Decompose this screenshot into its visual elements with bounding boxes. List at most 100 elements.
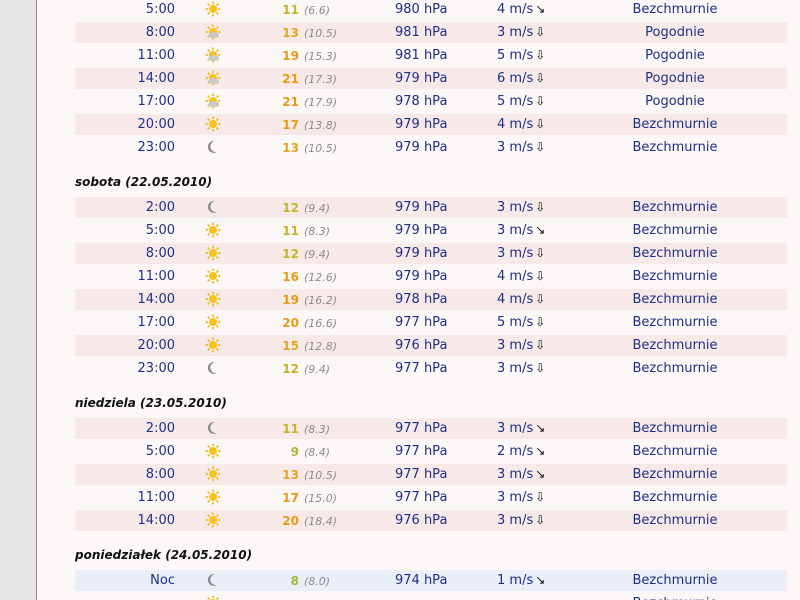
forecast-wind: 1 m/s ↘ bbox=[497, 573, 567, 588]
forecast-row: 14:00 20 (18.4) 976 hPa 3 m/s ⇩ Bezchmurnie bbox=[75, 510, 787, 531]
wind-speed: 2 m/s bbox=[497, 444, 534, 459]
forecast-feels-like: (10.5) bbox=[304, 469, 338, 482]
forecast-description: Bezchmurnie bbox=[632, 513, 718, 528]
sun-icon bbox=[205, 268, 221, 284]
wind-speed: 3 m/s bbox=[497, 223, 534, 238]
forecast-time: 5:00 bbox=[145, 444, 175, 459]
forecast-feels-like: (12.6) bbox=[304, 271, 338, 284]
forecast-description: Bezchmurnie bbox=[605, 596, 745, 600]
day-heading: niedziela (23.05.2010) bbox=[75, 396, 227, 410]
forecast-pressure: 979 hPa bbox=[395, 246, 448, 261]
sun-icon bbox=[205, 337, 221, 353]
forecast-temperature: 11 bbox=[282, 224, 299, 238]
forecast-description: Bezchmurnie bbox=[632, 140, 718, 155]
sun-cloud-icon bbox=[205, 70, 221, 86]
wind-speed: 3 m/s bbox=[497, 246, 534, 261]
forecast-description: Bezchmurnie bbox=[632, 338, 718, 353]
day-heading: sobota (22.05.2010) bbox=[75, 175, 213, 189]
forecast-temperature: 13 bbox=[282, 26, 299, 40]
forecast-wind: 3 m/s ⇩ bbox=[497, 338, 567, 353]
forecast-time: 14:00 bbox=[137, 292, 175, 307]
forecast-row: 2:00 12 (9.4) 979 hPa 3 m/s ⇩ Bezchmurnie bbox=[75, 197, 787, 218]
forecast-time: 5:00 bbox=[145, 223, 175, 238]
wind-speed: 3 m/s bbox=[497, 513, 534, 528]
moon-icon bbox=[205, 572, 221, 588]
forecast-time: 2:00 bbox=[145, 200, 175, 215]
forecast-temperature: 11 bbox=[282, 3, 299, 17]
forecast-pressure: 977 hPa bbox=[395, 361, 448, 376]
forecast-pressure: 977 hPa bbox=[395, 444, 448, 459]
forecast-pressure: 979 hPa bbox=[395, 71, 448, 86]
forecast-pressure: 977 hPa bbox=[395, 490, 448, 505]
wind-direction-icon: ⇩ bbox=[535, 315, 546, 329]
forecast-row: 8:00 13 (10.5) 981 hPa 3 m/s ⇩ Pogodnie bbox=[75, 22, 787, 43]
wind-speed: 5 m/s bbox=[497, 315, 534, 330]
forecast-temperature: 11 bbox=[282, 422, 299, 436]
forecast-row: 20:00 15 (12.8) 976 hPa 3 m/s ⇩ Bezchmurnie bbox=[75, 335, 787, 356]
forecast-time: 14:00 bbox=[137, 513, 175, 528]
wind-direction-icon: ⇩ bbox=[535, 117, 546, 131]
forecast-wind: 3 m/s ⇩ bbox=[497, 246, 567, 261]
forecast-wind: 3 m/s ⇩ bbox=[497, 200, 567, 215]
wind-direction-icon: ↘ bbox=[535, 421, 546, 435]
forecast-pressure: 977 hPa bbox=[395, 315, 448, 330]
forecast-feels-like: (10.5) bbox=[304, 142, 338, 155]
forecast-feels-like: (16.6) bbox=[304, 317, 338, 330]
moon-icon bbox=[205, 139, 221, 155]
sun-cloud-icon bbox=[205, 93, 221, 109]
sun-icon bbox=[205, 116, 221, 132]
forecast-feels-like: (16.2) bbox=[304, 294, 338, 307]
forecast-pressure: 974 hPa bbox=[395, 573, 448, 588]
forecast-description: Bezchmurnie bbox=[632, 315, 718, 330]
forecast-time: Noc bbox=[150, 573, 175, 588]
wind-speed: 3 m/s bbox=[497, 200, 534, 215]
forecast-wind: 5 m/s ⇩ bbox=[497, 94, 567, 109]
wind-speed: 3 m/s bbox=[497, 140, 534, 155]
wind-speed: 3 m/s bbox=[497, 338, 534, 353]
forecast-time: 17:00 bbox=[137, 94, 175, 109]
forecast-temperature: 12 bbox=[282, 362, 299, 376]
wind-direction-icon: ⇩ bbox=[535, 513, 546, 527]
sun-icon bbox=[205, 595, 221, 600]
forecast-feels-like: (8.3) bbox=[304, 225, 331, 238]
wind-speed: 4 m/s bbox=[497, 2, 534, 17]
wind-speed: 5 m/s bbox=[497, 94, 534, 109]
forecast-temperature: 21 bbox=[282, 72, 299, 86]
forecast-time: 2:00 bbox=[145, 421, 175, 436]
forecast-time: 11:00 bbox=[137, 48, 175, 63]
forecast-pressure: 976 hPa bbox=[395, 338, 448, 353]
sun-icon bbox=[205, 245, 221, 261]
sun-cloud-icon bbox=[205, 24, 221, 40]
forecast-row: 11:00 16 (12.6) 979 hPa 4 m/s ⇩ Bezchmurnie bbox=[75, 266, 787, 287]
moon-icon bbox=[205, 420, 221, 436]
forecast-row: 17:00 21 (17.9) 978 hPa 5 m/s ⇩ Pogodnie bbox=[75, 91, 787, 112]
forecast-row: Noc 8 (8.0) 974 hPa 1 m/s ↘ Bezchmurnie bbox=[75, 570, 787, 591]
forecast-time: 11:00 bbox=[137, 269, 175, 284]
day-heading: poniedziałek (24.05.2010) bbox=[75, 548, 253, 562]
sun-icon bbox=[205, 443, 221, 459]
wind-speed: 5 m/s bbox=[497, 48, 534, 63]
forecast-description: Bezchmurnie bbox=[632, 467, 718, 482]
forecast-feels-like: (15.0) bbox=[304, 492, 338, 505]
forecast-wind: 3 m/s ↘ bbox=[497, 467, 567, 482]
forecast-description: Bezchmurnie bbox=[632, 246, 718, 261]
forecast-description: Bezchmurnie bbox=[632, 361, 718, 376]
forecast-row: 8:00 12 (9.4) 979 hPa 3 m/s ⇩ Bezchmurnie bbox=[75, 243, 787, 264]
forecast-time: 5:00 bbox=[145, 2, 175, 17]
forecast-row: Bezchmurnie bbox=[75, 593, 787, 600]
forecast-feels-like: (9.4) bbox=[304, 363, 331, 376]
forecast-temperature: 19 bbox=[282, 49, 299, 63]
wind-speed: 3 m/s bbox=[497, 25, 534, 40]
forecast-wind: 4 m/s ⇩ bbox=[497, 292, 567, 307]
sun-icon bbox=[205, 222, 221, 238]
forecast-feels-like: (10.5) bbox=[304, 27, 338, 40]
forecast-pressure: 976 hPa bbox=[395, 513, 448, 528]
forecast-pressure: 978 hPa bbox=[395, 292, 448, 307]
forecast-time: 23:00 bbox=[137, 140, 175, 155]
forecast-description: Pogodnie bbox=[645, 71, 705, 86]
forecast-row: 20:00 17 (13.8) 979 hPa 4 m/s ⇩ Bezchmurnie bbox=[75, 114, 787, 135]
wind-direction-icon: ↘ bbox=[535, 223, 546, 237]
wind-direction-icon: ⇩ bbox=[535, 246, 546, 260]
forecast-description: Bezchmurnie bbox=[632, 444, 718, 459]
sun-icon bbox=[205, 1, 221, 17]
